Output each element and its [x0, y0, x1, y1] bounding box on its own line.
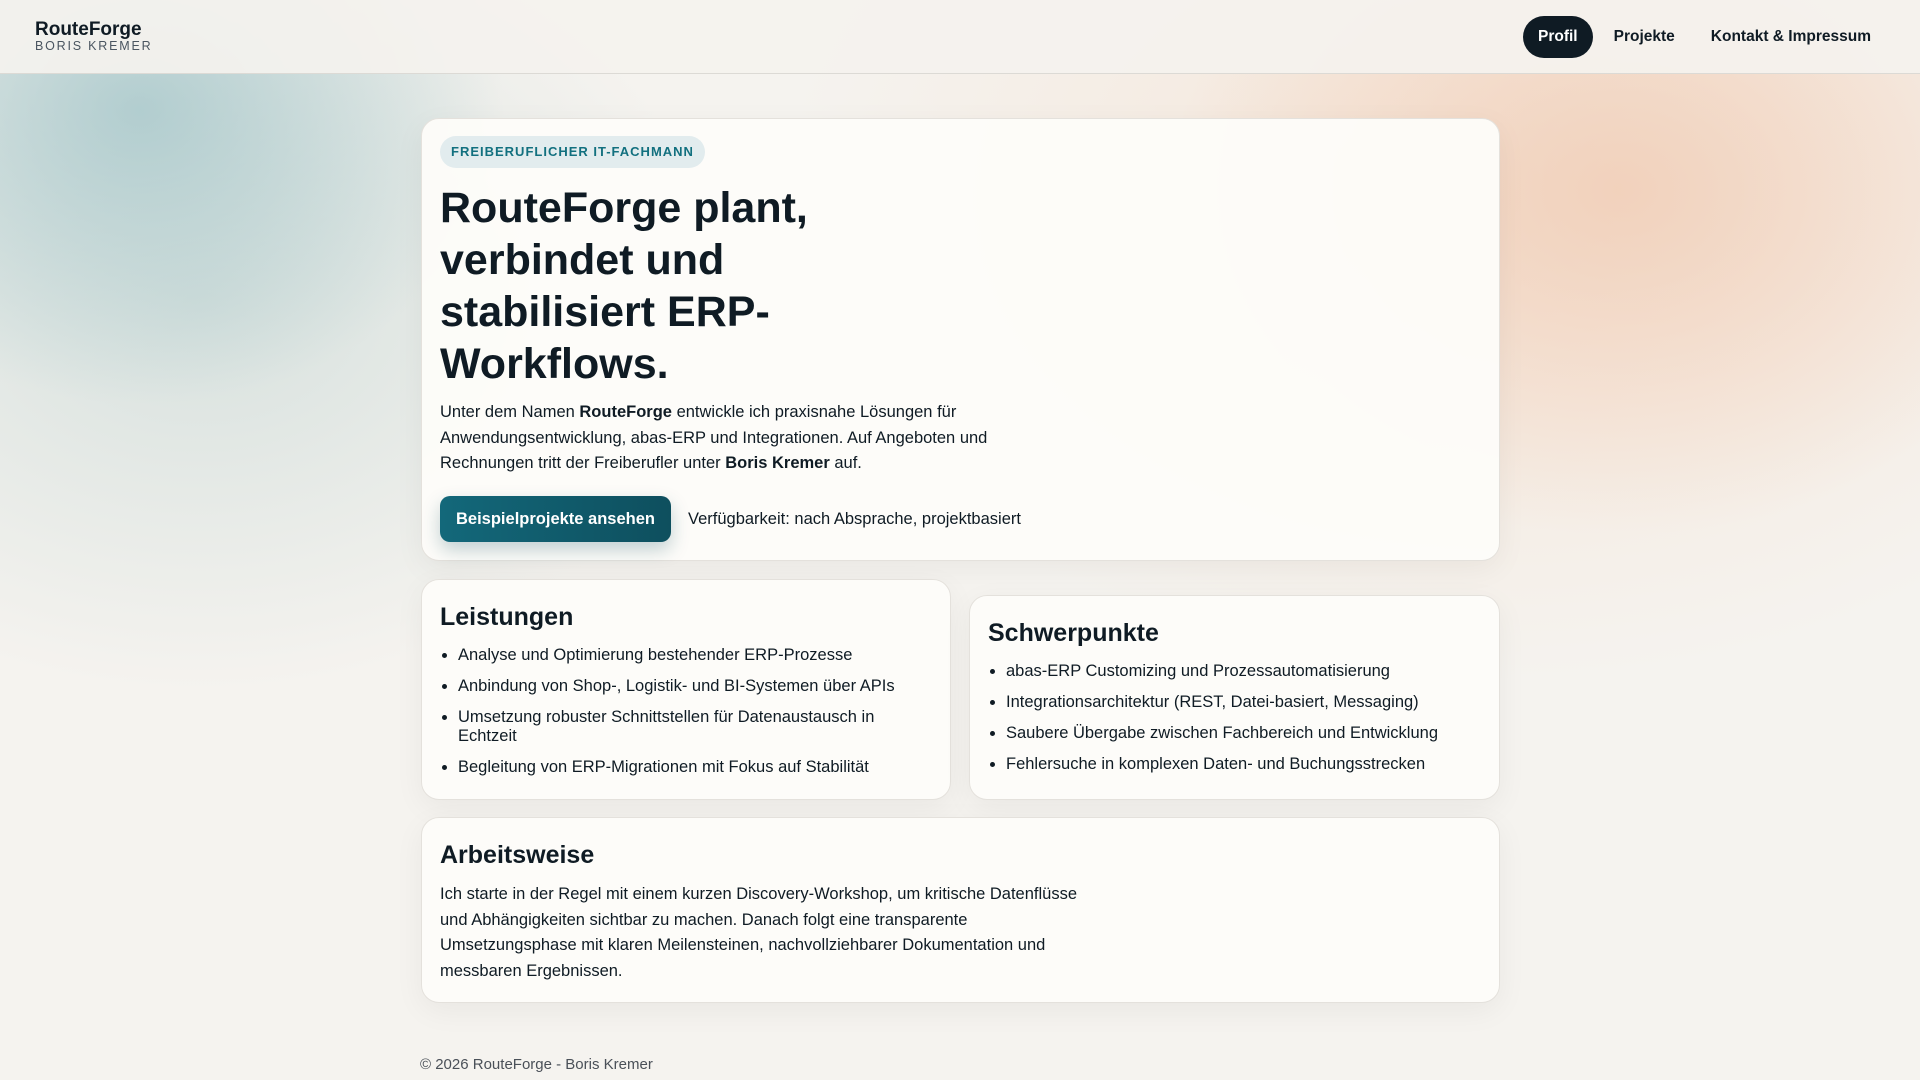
site-header: RouteForge BORIS KREMER Profil Projekte …	[0, 0, 1920, 74]
lead-text: auf.	[829, 454, 862, 473]
lead-text: Unter dem Namen	[440, 403, 580, 421]
leistungen-title: Leistungen	[440, 603, 574, 631]
list-item: abas-ERP Customizing und Prozessautomati…	[1006, 662, 1481, 681]
list-item: Umsetzung robuster Schnittstellen für Da…	[458, 708, 932, 746]
list-item: Fehlersuche in komplexen Daten- und Buch…	[1006, 755, 1481, 774]
list-item: Saubere Übergabe zwischen Fachbereich un…	[1006, 724, 1481, 743]
hero-card: FREIBERUFLICHER IT-FACHMANN RouteForge p…	[421, 118, 1500, 561]
main-nav: Profil Projekte Kontakt & Impressum	[1523, 16, 1886, 58]
lead-name: Boris Kremer	[725, 454, 830, 473]
nav-projekte[interactable]: Projekte	[1599, 16, 1690, 58]
leistungen-list: Analyse und Optimierung bestehender ERP-…	[440, 646, 932, 777]
list-item: Analyse und Optimierung bestehender ERP-…	[458, 646, 932, 665]
arbeitsweise-card: Arbeitsweise Ich starte in der Regel mit…	[421, 817, 1500, 1003]
hero-actions: Beispielprojekte ansehen Verfügbarkeit: …	[440, 496, 1481, 543]
list-item: Integrationsarchitektur (REST, Datei-bas…	[1006, 693, 1481, 712]
example-projects-button[interactable]: Beispielprojekte ansehen	[440, 496, 671, 543]
schwerpunkte-list: abas-ERP Customizing und Prozessautomati…	[988, 662, 1481, 774]
list-item: Anbindung von Shop-, Logistik- und BI-Sy…	[458, 677, 932, 696]
hero-lead: Unter dem Namen RouteForge entwickle ich…	[440, 400, 1000, 477]
availability-text: Verfügbarkeit: nach Absprache, projektba…	[688, 509, 1021, 528]
arbeitsweise-text: Ich starte in der Regel mit einem kurzen…	[440, 885, 1078, 981]
role-badge: FREIBERUFLICHER IT-FACHMANN	[440, 136, 705, 168]
brand-subtitle: BORIS KREMER	[35, 39, 153, 53]
lead-brand: RouteForge	[579, 403, 672, 421]
schwerpunkte-card: Schwerpunkte abas-ERP Customizing und Pr…	[969, 595, 1500, 800]
hero-title: RouteForge plant, verbindet und stabilis…	[440, 184, 808, 388]
nav-profil[interactable]: Profil	[1523, 16, 1593, 58]
leistungen-card: Leistungen Analyse und Optimierung beste…	[421, 579, 951, 800]
schwerpunkte-title: Schwerpunkte	[988, 619, 1159, 647]
nav-kontakt-impressum[interactable]: Kontakt & Impressum	[1696, 16, 1886, 58]
brand[interactable]: RouteForge BORIS KREMER	[35, 19, 152, 53]
brand-name: RouteForge	[35, 19, 142, 40]
footer-copyright: © 2026 RouteForge - Boris Kremer	[420, 1056, 653, 1073]
list-item: Begleitung von ERP-Migrationen mit Fokus…	[458, 758, 932, 777]
arbeitsweise-title: Arbeitsweise	[440, 841, 595, 869]
